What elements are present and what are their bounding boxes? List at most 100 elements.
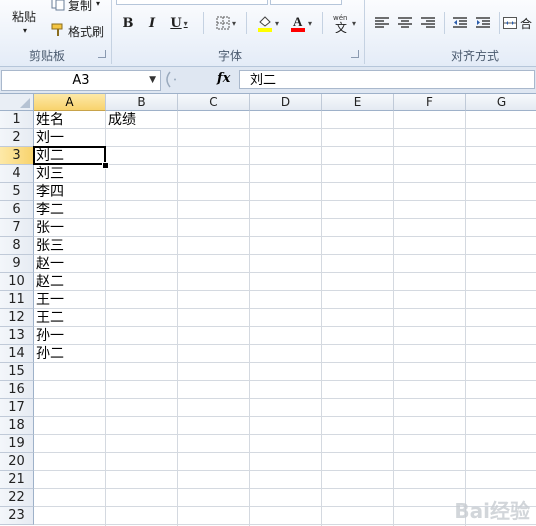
underline-button[interactable]: U ▾ [167,12,191,34]
formula-value: 刘二 [250,73,277,88]
fill-color-button[interactable]: ▾ [253,12,283,34]
font-color-button[interactable]: A ▾ [286,12,316,34]
chevron-down-icon: ▾ [231,18,236,28]
formula-input[interactable]: 刘二 [239,70,535,89]
format-painter-button[interactable]: 格式刷 [48,20,110,40]
phonetic-guide-button[interactable]: wén 文 ▾ [328,12,360,34]
row-header-13[interactable]: 13 [0,327,34,345]
cell-a13[interactable]: 孙一 [34,327,106,345]
row-header-17[interactable]: 17 [0,399,34,417]
cell-a5[interactable]: 李四 [34,183,106,201]
row-header-21[interactable]: 21 [0,471,34,489]
gridline [34,182,536,183]
cell-a7[interactable]: 张一 [34,219,106,237]
align-center-icon [398,17,412,29]
paste-button[interactable]: 粘贴 ▾ [2,2,46,44]
increase-indent-icon [476,17,490,29]
decrease-indent-button[interactable] [450,12,470,34]
italic-label: I [148,15,156,31]
column-header-d[interactable]: D [250,94,322,111]
italic-button[interactable]: I [143,12,161,34]
column-header-e[interactable]: E [322,94,394,111]
cell-a1[interactable]: 姓名 [34,111,106,129]
row-header-2[interactable]: 2 [0,129,34,147]
row-header-6[interactable]: 6 [0,201,34,219]
gridline [393,111,394,526]
chevron-down-icon[interactable]: ▼ [149,71,156,90]
cell-a4[interactable]: 刘三 [34,165,106,183]
column-header-c[interactable]: C [178,94,250,111]
spreadsheet-grid[interactable]: A B C D E F G 1 2 3 4 5 6 7 8 9 10 11 12 13 14 15 16 17 18 19 20 21… [0,94,536,526]
name-box-value: A3 [72,73,90,88]
column-header-f[interactable]: F [394,94,466,111]
row-header-14[interactable]: 14 [0,345,34,363]
merge-center-button[interactable]: 合 [503,12,536,34]
merge-label: 合 [520,16,533,31]
select-all-corner[interactable] [0,94,34,111]
cell-b1[interactable]: 成绩 [106,111,178,129]
cell-a6[interactable]: 李二 [34,201,106,219]
row-header-5[interactable]: 5 [0,183,34,201]
cell-a2[interactable]: 刘一 [34,129,106,147]
row-header-18[interactable]: 18 [0,417,34,435]
paintbrush-icon [50,22,66,38]
align-center-button[interactable] [395,12,415,34]
borders-button[interactable]: ▾ [211,12,241,34]
row-header-7[interactable]: 7 [0,219,34,237]
row-header-11[interactable]: 11 [0,291,34,309]
gridline [34,344,536,345]
cell-a8[interactable]: 张三 [34,237,106,255]
row-header-9[interactable]: 9 [0,255,34,273]
button-divider [246,12,247,34]
cell-a14[interactable]: 孙二 [34,345,106,363]
row-header-8[interactable]: 8 [0,237,34,255]
name-box[interactable]: A3 ▼ [1,70,161,91]
copy-button[interactable]: 复制 ▾ [48,0,108,14]
column-header-g[interactable]: G [466,94,536,111]
row-header-12[interactable]: 12 [0,309,34,327]
row-header-20[interactable]: 20 [0,453,34,471]
cell-a11[interactable]: 王一 [34,291,106,309]
dialog-launcher-icon[interactable] [98,50,106,58]
font-size-combo[interactable] [270,0,342,5]
format-painter-label: 格式刷 [68,25,105,39]
font-name-combo[interactable] [116,0,268,5]
row-header-19[interactable]: 19 [0,435,34,453]
decrease-indent-icon [453,17,467,29]
cell-a9[interactable]: 赵一 [34,255,106,273]
paste-label: 粘贴 [12,10,37,24]
column-header-b[interactable]: B [106,94,178,111]
chevron-down-icon: ▾ [351,18,356,28]
row-header-15[interactable]: 15 [0,363,34,381]
row-header-4[interactable]: 4 [0,165,34,183]
increase-indent-button[interactable] [473,12,493,34]
button-divider [322,12,323,34]
group-divider [111,0,112,64]
row-header-3[interactable]: 3 [0,147,34,165]
gridline [34,326,536,327]
insert-function-button[interactable]: fx [217,71,230,86]
active-cell-border [33,146,106,165]
cell-a12[interactable]: 王二 [34,309,106,327]
gridline [34,254,536,255]
gridline [321,111,322,526]
row-header-10[interactable]: 10 [0,273,34,291]
align-right-button[interactable] [418,12,438,34]
column-header-a[interactable]: A [34,94,106,111]
cell-a10[interactable]: 赵二 [34,273,106,291]
row-header-1[interactable]: 1 [0,111,34,129]
align-left-button[interactable] [372,12,392,34]
gridline [34,164,536,165]
row-header-23[interactable]: 23 [0,507,34,525]
dialog-launcher-icon[interactable] [351,50,359,58]
bold-label: B [122,15,134,31]
ribbon: 粘贴 ▾ 复制 ▾ 格式刷 剪贴板 B I U ▾ ▾ ▾ A ▾ wén 文 … [0,0,536,67]
row-header-16[interactable]: 16 [0,381,34,399]
formula-bar: A3 ▼ fx 刘二 [0,67,536,94]
gridline [34,488,536,489]
group-divider [364,0,365,64]
select-all-triangle-icon [20,98,30,108]
fill-handle[interactable] [102,162,109,169]
row-header-22[interactable]: 22 [0,489,34,507]
bold-button[interactable]: B [119,12,137,34]
